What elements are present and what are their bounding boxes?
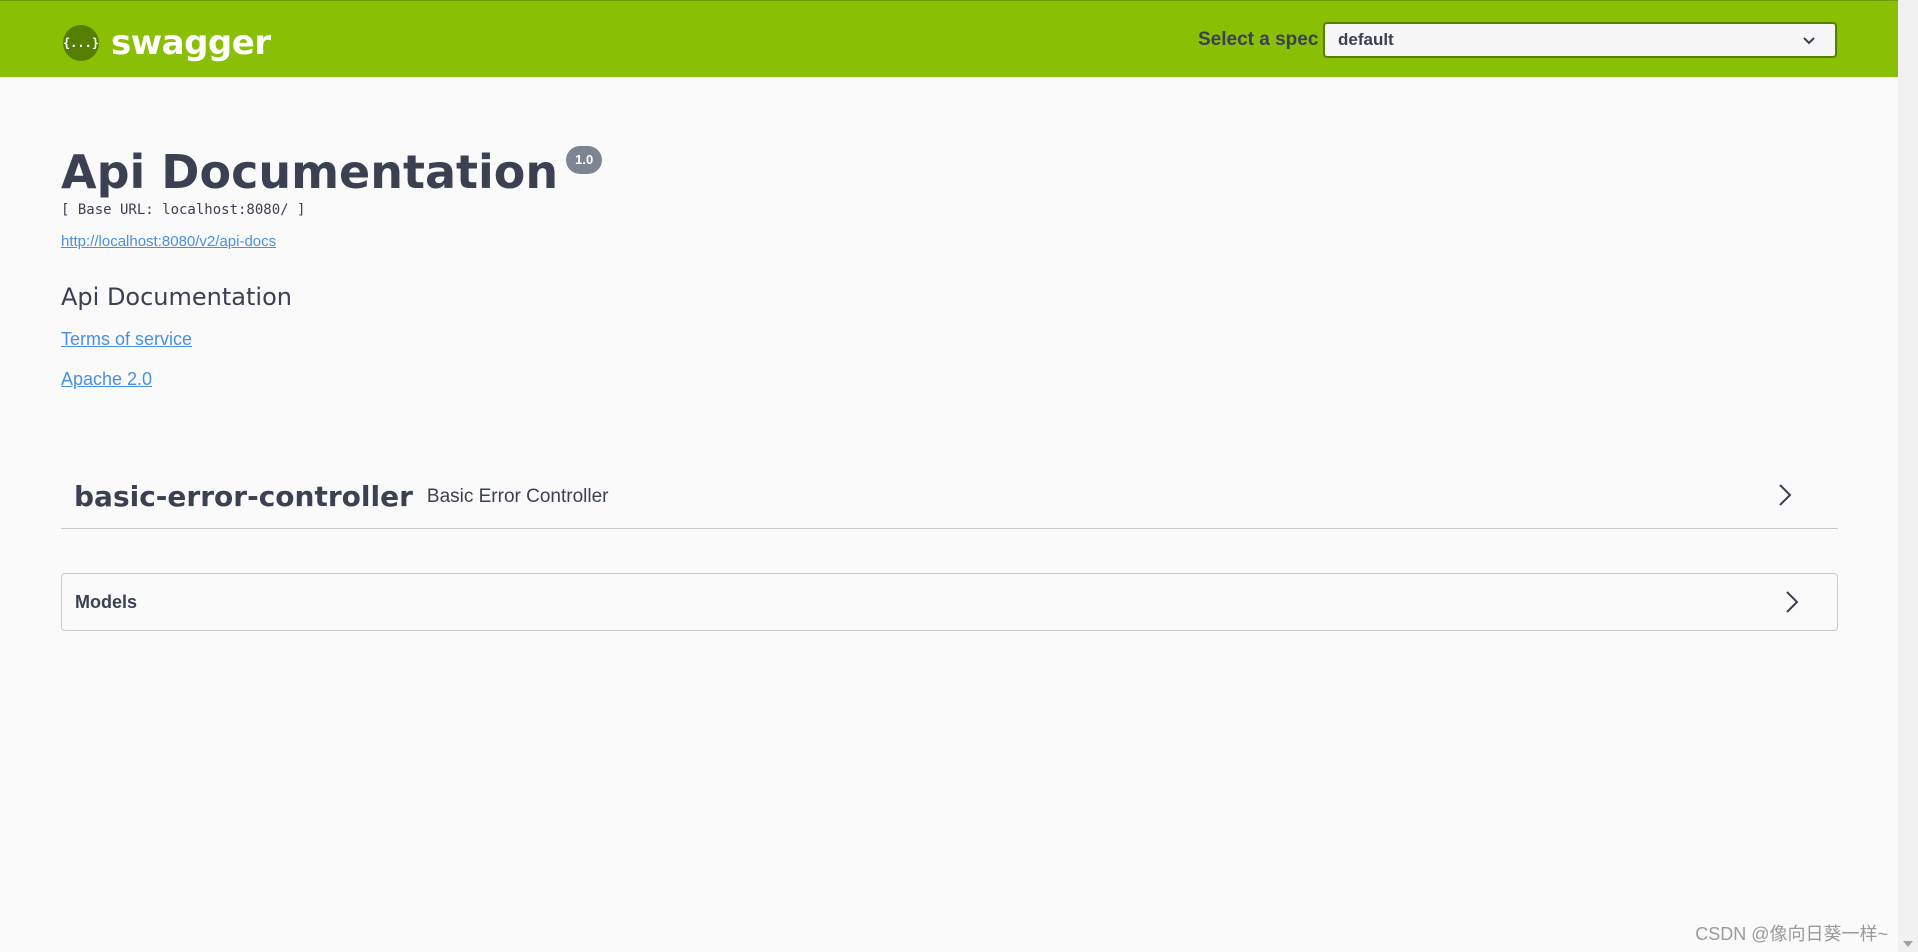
topbar: {...} swagger Select a spec default [0, 0, 1898, 77]
swagger-logo-text: swagger [111, 23, 271, 63]
chevron-right-icon [1786, 591, 1799, 613]
api-docs-link[interactable]: http://localhost:8080/v2/api-docs [61, 233, 276, 250]
models-title: Models [75, 591, 138, 612]
spec-select-value: default [1338, 30, 1394, 49]
watermark: CSDN @像向日葵一样~ [1695, 924, 1888, 944]
api-title-block: Api Documentation 1.0 [61, 142, 603, 202]
tag-description: Basic Error Controller [426, 485, 609, 507]
tag-name: basic-error-controller [74, 480, 413, 513]
swagger-logo[interactable]: {...} swagger [63, 23, 271, 63]
base-url: [ Base URL: localhost:8080/ ] [61, 202, 306, 218]
tag-basic-error-controller[interactable]: basic-error-controller Basic Error Contr… [61, 465, 1838, 529]
version-badge: 1.0 [566, 146, 603, 174]
api-description: Api Documentation [61, 283, 292, 311]
chevron-down-icon [1803, 37, 1815, 45]
license-link[interactable]: Apache 2.0 [61, 369, 152, 390]
spec-select[interactable]: default [1323, 22, 1837, 58]
page-scrollbar[interactable] [1898, 0, 1918, 952]
chevron-right-icon [1779, 484, 1792, 506]
scroll-down-arrow-icon[interactable] [1902, 940, 1914, 948]
swagger-logo-icon: {...} [63, 25, 99, 61]
select-spec-label: Select a spec [1198, 29, 1319, 50]
models-section[interactable]: Models [61, 573, 1838, 631]
page-title: Api Documentation [61, 145, 559, 199]
terms-of-service-link[interactable]: Terms of service [61, 329, 192, 350]
